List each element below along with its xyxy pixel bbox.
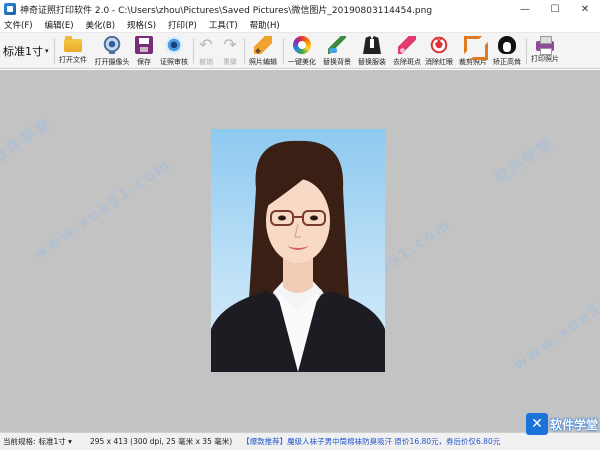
current-spec-label: 当前规格: — [3, 437, 36, 446]
menu-print[interactable]: 打印(P) — [168, 19, 197, 31]
print-photo-button[interactable]: 打印照片 — [529, 35, 561, 67]
menu-spec[interactable]: 规格(S) — [127, 19, 156, 31]
one-click-beautify-label: 一键美化 — [288, 58, 316, 66]
title-bar: 神奇证照打印软件 2.0 - C:\Users\zhou\Pictures\Sa… — [0, 0, 600, 18]
logo-icon: ✕ — [525, 413, 548, 435]
webcam-icon — [103, 36, 121, 54]
id-check-label: 证照审核 — [160, 58, 188, 66]
save-label: 保存 — [137, 58, 151, 66]
one-click-beautify-button[interactable]: 一键美化 — [286, 35, 318, 67]
maximize-button[interactable]: ☐ — [540, 0, 570, 18]
chevron-down-icon: ▾ — [45, 47, 49, 55]
replace-clothes-label: 替换服装 — [358, 58, 386, 66]
watermark-url: www.xue51.com — [509, 264, 600, 374]
suit-icon — [363, 36, 381, 54]
open-camera-button[interactable]: 打开摄像头 — [92, 35, 132, 67]
replace-clothes-button[interactable]: 替换服装 — [356, 35, 388, 67]
folder-icon — [64, 36, 82, 52]
redo-arrow-icon: ↷ — [223, 35, 237, 54]
toolbar-divider — [283, 38, 284, 64]
crop-icon — [464, 36, 488, 60]
replace-background-label: 替换背景 — [323, 58, 351, 66]
remove-spots-button[interactable]: 去除斑点 — [391, 35, 423, 67]
photo-size-value: 标准1寸 — [3, 45, 43, 58]
remove-spots-label: 去除斑点 — [393, 58, 421, 66]
photo-dimensions: 295 x 413 (300 dpi, 25 毫米 x 35 毫米) — [89, 437, 233, 446]
pencil-icon — [254, 36, 272, 54]
color-wheel-icon — [293, 36, 311, 54]
menu-file[interactable]: 文件(F) — [4, 19, 33, 31]
watermark-url: www.xue51.com — [29, 154, 175, 264]
print-photo-label: 打印照片 — [531, 55, 559, 63]
floppy-disk-icon — [135, 36, 153, 54]
undo-button[interactable]: ↶ 撤销 — [196, 35, 216, 67]
logo-text: 软件学堂 — [549, 417, 598, 432]
redo-label: 重做 — [223, 58, 237, 66]
site-logo: ✕ 软件学堂 — [525, 413, 598, 435]
lipstick-pen-icon — [398, 36, 416, 54]
printer-icon — [536, 36, 554, 55]
ad-link[interactable]: 【爆款推荐】魔级人袜子男中筒棉袜防臭吸汗 原价16.80元，券后价仅6.80元 — [242, 436, 500, 447]
minimize-button[interactable]: — — [510, 0, 540, 18]
watermark-brand: 软件学堂 — [0, 114, 56, 168]
fix-hairline-label: 矫正高耸 — [493, 58, 521, 66]
id-photo[interactable] — [211, 129, 385, 372]
app-icon — [4, 3, 16, 15]
photo-size-dropdown[interactable]: 标准1寸 ▾ — [3, 41, 49, 61]
redo-button[interactable]: ↷ 重做 — [220, 35, 240, 67]
toolbar-divider — [54, 38, 55, 64]
menu-tools[interactable]: 工具(T) — [209, 19, 238, 31]
toolbar-divider — [193, 38, 194, 64]
eye-icon — [165, 36, 183, 54]
toolbar-divider — [244, 38, 245, 64]
status-bar: 当前规格: 标准1寸 ▾ 295 x 413 (300 dpi, 25 毫米 x… — [0, 432, 600, 450]
id-check-button[interactable]: 证照审核 — [158, 35, 190, 67]
toolbar-divider — [526, 38, 527, 64]
toolbar: 标准1寸 ▾ 打开文件 打开摄像头 保存 证照审核 ↶ 撤销 ↷ 重做 照片编辑… — [0, 33, 600, 69]
window-title: 神奇证照打印软件 2.0 - C:\Users\zhou\Pictures\Sa… — [20, 5, 433, 16]
hair-silhouette-icon — [498, 36, 516, 54]
photo-edit-button[interactable]: 照片编辑 — [247, 35, 279, 67]
menu-edit[interactable]: 编辑(E) — [45, 19, 74, 31]
undo-arrow-icon: ↶ — [199, 35, 213, 54]
open-file-label: 打开文件 — [59, 56, 87, 64]
remove-red-eye-button[interactable]: 消除红眼 — [423, 34, 455, 67]
photo-canvas[interactable]: www.xue51.com 软件学堂 软件学堂 www.xue51.com 软件… — [0, 70, 600, 432]
paint-brush-icon — [328, 36, 346, 54]
menu-beautify[interactable]: 美化(B) — [86, 19, 115, 31]
save-button[interactable]: 保存 — [134, 35, 154, 67]
open-camera-label: 打开摄像头 — [94, 58, 130, 66]
menu-help[interactable]: 帮助(H) — [250, 19, 280, 31]
window-controls: — ☐ ✕ — [510, 0, 600, 18]
close-button[interactable]: ✕ — [570, 0, 600, 18]
undo-label: 撤销 — [199, 58, 213, 66]
watermark-brand: 软件学堂 — [491, 134, 558, 188]
replace-background-button[interactable]: 替换背景 — [321, 35, 353, 67]
current-spec-dropdown[interactable]: 标准1寸 ▾ — [39, 436, 72, 447]
open-file-button[interactable]: 打开文件 — [57, 35, 89, 67]
red-eye-icon — [430, 34, 448, 54]
menu-bar: 文件(F) 编辑(E) 美化(B) 规格(S) 打印(P) 工具(T) 帮助(H… — [0, 18, 600, 33]
photo-edit-label: 照片编辑 — [249, 58, 277, 66]
portrait-image — [211, 140, 385, 372]
crop-photo-button[interactable]: 裁剪照片 — [457, 35, 489, 67]
fix-hairline-button[interactable]: 矫正高耸 — [491, 35, 523, 67]
remove-red-eye-label: 消除红眼 — [425, 58, 453, 66]
